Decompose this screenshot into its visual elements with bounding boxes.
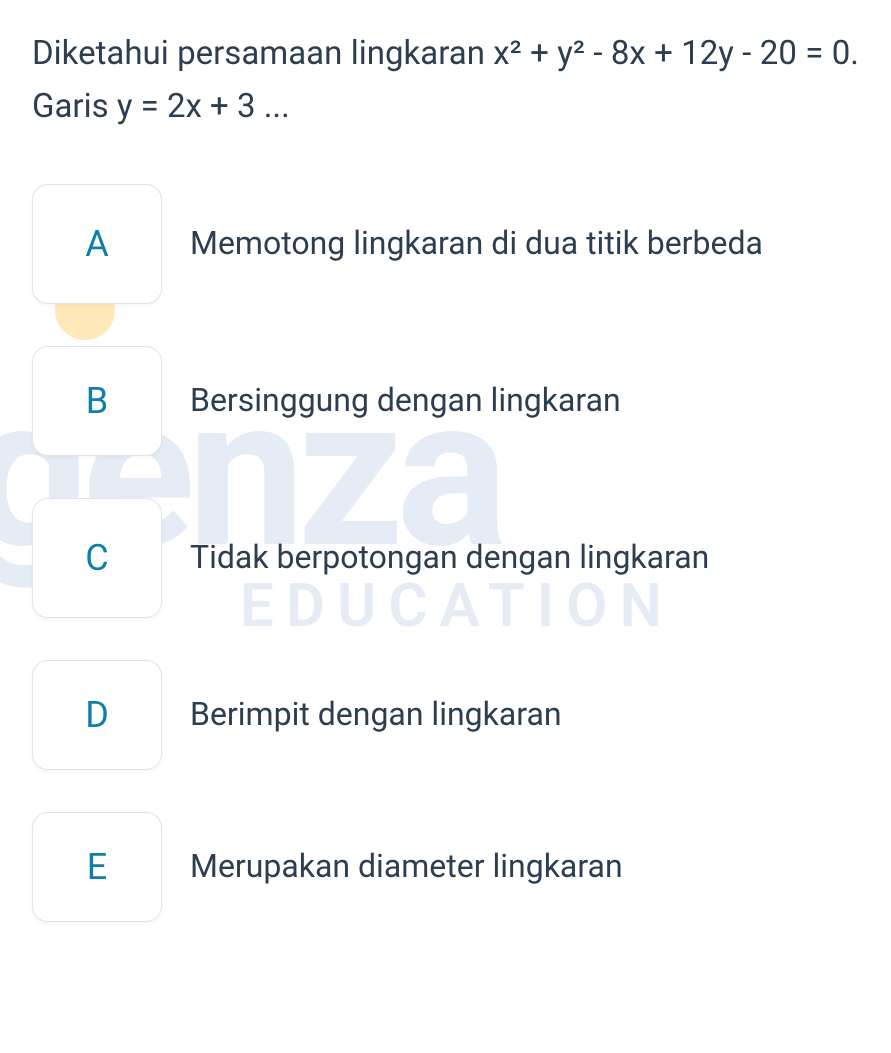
option-text-a: Memotong lingkaran di dua titik berbeda <box>190 219 859 269</box>
option-row-a: A Memotong lingkaran di dua titik berbed… <box>32 184 859 304</box>
option-button-d[interactable]: D <box>32 660 162 770</box>
option-row-d: D Berimpit dengan lingkaran <box>32 660 859 770</box>
option-row-e: E Merupakan diameter lingkaran <box>32 812 859 922</box>
option-row-c: C Tidak berpotongan dengan lingkaran <box>32 498 859 618</box>
quiz-content: Diketahui persamaan lingkaran x² + y² - … <box>32 28 859 922</box>
option-text-b: Bersinggung dengan lingkaran <box>190 376 859 426</box>
option-button-e[interactable]: E <box>32 812 162 922</box>
option-text-e: Merupakan diameter lingkaran <box>190 842 859 892</box>
option-button-b[interactable]: B <box>32 346 162 456</box>
option-row-b: B Bersinggung dengan lingkaran <box>32 346 859 456</box>
question-text: Diketahui persamaan lingkaran x² + y² - … <box>32 28 859 134</box>
option-text-d: Berimpit dengan lingkaran <box>190 690 859 740</box>
options-list: A Memotong lingkaran di dua titik berbed… <box>32 184 859 922</box>
option-text-c: Tidak berpotongan dengan lingkaran <box>190 533 859 583</box>
option-button-c[interactable]: C <box>32 498 162 618</box>
option-button-a[interactable]: A <box>32 184 162 304</box>
